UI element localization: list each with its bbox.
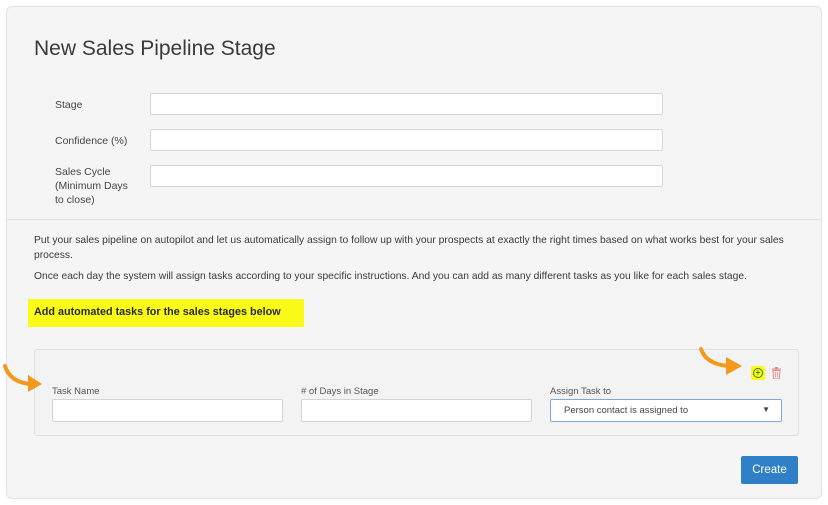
section-divider: [7, 219, 821, 220]
chevron-down-icon: ▼: [762, 405, 770, 414]
pipeline-stage-card: New Sales Pipeline Stage Stage Confidenc…: [6, 6, 822, 499]
automation-details-text: Once each day the system will assign tas…: [34, 271, 747, 282]
sales-cycle-input[interactable]: [150, 165, 663, 187]
task-name-label: Task Name: [52, 386, 100, 397]
task-row-panel: + Task Name # of Days in Stage Assign Ta…: [34, 349, 799, 436]
sales-cycle-label: Sales Cycle (Minimum Days to close): [55, 166, 128, 206]
confidence-input[interactable]: [150, 129, 663, 151]
page-title: New Sales Pipeline Stage: [34, 37, 276, 60]
confidence-label: Confidence (%): [55, 135, 128, 147]
days-in-stage-input[interactable]: [301, 399, 532, 422]
task-name-input[interactable]: [52, 399, 283, 422]
automation-highlight-banner: Add automated tasks for the sales stages…: [28, 299, 304, 327]
stage-label: Stage: [55, 99, 83, 111]
arrow-pointer-icon: [699, 347, 742, 375]
assign-task-select[interactable]: Person contact is assigned to ▼: [550, 399, 782, 422]
assign-task-selected-value: Person contact is assigned to: [564, 405, 689, 416]
days-in-stage-label: # of Days in Stage: [301, 386, 379, 397]
trash-icon[interactable]: [771, 367, 782, 379]
create-button[interactable]: Create: [741, 456, 798, 484]
assign-task-label: Assign Task to: [550, 386, 612, 397]
arrow-pointer-icon: [3, 364, 42, 392]
add-circle-icon[interactable]: +: [751, 366, 765, 380]
stage-input[interactable]: [150, 93, 663, 115]
automation-intro-text: Put your sales pipeline on autopilot and…: [34, 235, 784, 261]
